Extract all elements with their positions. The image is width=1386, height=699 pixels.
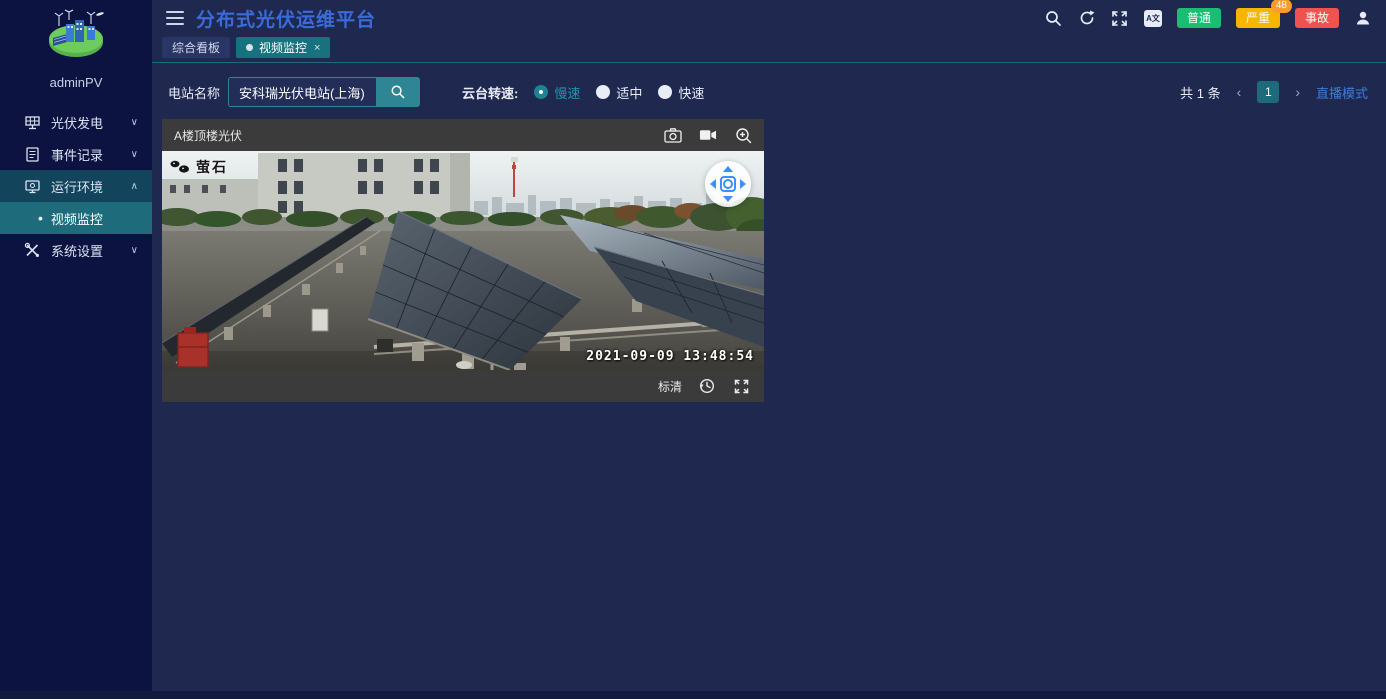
pagination-area: 共 1 条 ‹ 1 › 直播模式 — [1180, 81, 1368, 103]
radio-label: 慢速 — [554, 85, 581, 101]
snapshot-camera-icon[interactable] — [664, 127, 682, 143]
sidebar-item-label: 系统设置 — [51, 243, 104, 259]
sidebar-item-event-records[interactable]: 事件记录 ∨ — [0, 138, 152, 170]
zoom-in-icon[interactable] — [734, 127, 752, 143]
document-icon — [26, 146, 39, 162]
monitor-icon — [25, 179, 40, 193]
badge-label: 严重 — [1245, 11, 1270, 25]
ptz-control[interactable] — [705, 161, 751, 207]
chevron-down-icon: ∨ — [130, 244, 138, 256]
sidebar-subitem-video-monitoring[interactable]: • 视频监控 — [0, 202, 152, 234]
bullet-dot: • — [38, 210, 43, 226]
ptz-speed-label: 云台转速: — [462, 85, 519, 101]
tab-dashboard[interactable]: 综合看板 — [162, 37, 231, 58]
sidebar-item-label: 光伏发电 — [51, 115, 104, 131]
sidebar: adminPV 光伏发电 ∨ 事件记录 ∨ 运行环境 ∧ • 视频监控 系统设置… — [0, 0, 152, 699]
watermark-text: 萤石 — [196, 159, 228, 175]
replay-icon[interactable] — [698, 378, 716, 394]
radio-label: 适中 — [616, 85, 643, 101]
app-logo — [0, 0, 152, 67]
sidebar-menu: 光伏发电 ∨ 事件记录 ∨ 运行环境 ∧ • 视频监控 系统设置 ∨ — [0, 106, 152, 266]
rooftop-pv-scene — [162, 151, 764, 370]
translate-icon[interactable]: A文 — [1143, 9, 1162, 27]
sidebar-subitem-label: 视频监控 — [50, 211, 103, 227]
username: adminPV — [49, 75, 103, 90]
badge-label: 普通 — [1186, 11, 1211, 25]
sidebar-item-operating-environment[interactable]: 运行环境 ∧ — [0, 170, 152, 202]
radio-unselected-icon — [596, 85, 611, 99]
ptz-right-arrow-icon[interactable] — [740, 179, 746, 189]
prev-page-button[interactable]: ‹ — [1235, 84, 1244, 100]
live-mode-link[interactable]: 直播模式 — [1316, 83, 1368, 102]
notification-count-badge: 48 — [1270, 0, 1292, 13]
status-badge-normal[interactable]: 普通 — [1176, 8, 1221, 28]
video-timestamp: 2021-09-09 13:48:54 — [586, 349, 754, 364]
filter-toolbar: 电站名称 云台转速: 慢速 适中 快速 — [152, 63, 1386, 119]
sidebar-item-pv-generation[interactable]: 光伏发电 ∨ — [0, 106, 152, 138]
header-actions: A文 普通 严重 48 事故 — [1045, 0, 1372, 28]
search-icon[interactable] — [1045, 9, 1063, 27]
quality-selector[interactable]: 标清 — [658, 378, 682, 395]
solar-panel-icon — [25, 115, 40, 129]
video-stream[interactable]: 萤石 2021-09-09 13:48:54 — [162, 151, 764, 370]
search-icon — [391, 85, 405, 99]
camera-panel: A楼顶楼光伏 萤石 2021-09-09 13:48:54 标清 — [162, 119, 764, 402]
page-number[interactable]: 1 — [1257, 81, 1280, 103]
main-area: 分布式光伏运维平台 A文 普通 严重 48 事故 综合看板 视频监控 × 电站名… — [152, 0, 1386, 699]
chevron-down-icon: ∨ — [130, 116, 138, 128]
status-badge-severe[interactable]: 严重 48 — [1235, 0, 1292, 28]
video-fullscreen-icon[interactable] — [732, 378, 750, 394]
pv-city-logo-icon — [49, 9, 104, 57]
chevron-down-icon: ∨ — [130, 148, 138, 160]
sidebar-item-system-settings[interactable]: 系统设置 ∨ — [0, 234, 152, 266]
ptz-left-arrow-icon[interactable] — [710, 179, 716, 189]
sidebar-item-label: 运行环境 — [51, 179, 104, 195]
station-name-label: 电站名称 — [168, 85, 221, 101]
ptz-center-icon[interactable] — [720, 176, 736, 192]
ptz-speed-group: 云台转速: 慢速 适中 快速 — [462, 83, 704, 102]
sidebar-item-label: 事件记录 — [51, 147, 104, 163]
camera-panel-header: A楼顶楼光伏 — [162, 119, 764, 151]
search-button[interactable] — [376, 77, 421, 107]
active-dot — [246, 44, 254, 51]
radio-speed-slow[interactable]: 慢速 — [534, 83, 580, 102]
radio-unselected-icon — [658, 85, 673, 99]
status-badge-accident[interactable]: 事故 — [1294, 8, 1339, 28]
record-video-icon[interactable] — [699, 127, 717, 143]
app-title: 分布式光伏运维平台 — [196, 9, 377, 31]
camera-title: A楼顶楼光伏 — [174, 128, 243, 143]
radio-speed-medium[interactable]: 适中 — [596, 83, 642, 102]
camera-panel-footer: 标清 — [162, 370, 764, 402]
station-search-box — [228, 77, 421, 107]
ezviz-logo-icon — [170, 160, 189, 173]
badge-label: 事故 — [1304, 11, 1329, 25]
tab-label: 综合看板 — [172, 41, 221, 55]
ptz-down-arrow-icon[interactable] — [723, 196, 733, 202]
ezviz-watermark: 萤石 — [170, 157, 228, 177]
ptz-up-arrow-icon[interactable] — [723, 166, 733, 172]
close-tab-icon[interactable]: × — [314, 42, 320, 54]
radio-selected-icon — [534, 85, 549, 99]
total-count: 共 1 条 — [1180, 85, 1221, 101]
fullscreen-icon[interactable] — [1111, 9, 1129, 27]
top-header: 分布式光伏运维平台 A文 普通 严重 48 事故 — [152, 0, 1386, 36]
chevron-up-icon: ∧ — [130, 180, 138, 192]
station-name-input[interactable] — [228, 77, 377, 107]
page-bottom-strip — [0, 691, 1386, 699]
tab-bar: 综合看板 视频监控 × — [152, 36, 1386, 63]
camera-header-actions — [664, 127, 752, 143]
radio-label: 快速 — [678, 85, 705, 101]
radio-speed-fast[interactable]: 快速 — [658, 83, 704, 102]
tools-icon — [24, 242, 39, 257]
refresh-icon[interactable] — [1078, 9, 1096, 27]
tab-video-monitoring[interactable]: 视频监控 × — [236, 37, 331, 58]
hamburger-menu-icon[interactable] — [166, 11, 184, 25]
tab-label: 视频监控 — [259, 41, 308, 55]
next-page-button[interactable]: › — [1293, 84, 1302, 100]
user-icon[interactable] — [1354, 9, 1372, 27]
